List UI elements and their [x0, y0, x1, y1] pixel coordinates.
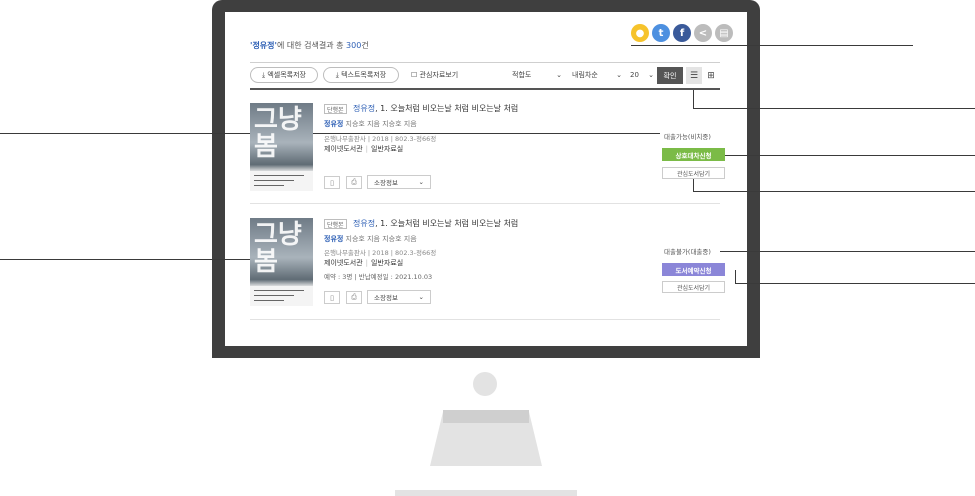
author-rest: 지승호 지음 지승호 지음 — [343, 235, 417, 243]
author-highlight: 정유정 — [324, 235, 344, 243]
type-tag: 단행본 — [324, 104, 347, 114]
sort-select[interactable]: 적합도 ⌄ — [512, 67, 562, 83]
callout-line-share — [631, 45, 913, 46]
library-name: 제이넷도서관 — [324, 259, 363, 267]
order-select-value: 내림차순 — [572, 71, 598, 79]
loan-status: 대출불가(대출중) — [664, 248, 711, 256]
print-small-icon[interactable]: ⎙ — [346, 176, 362, 189]
add-favorite-button[interactable]: 관심도서담기 — [662, 281, 725, 293]
kakaostory-icon[interactable]: ● — [631, 24, 649, 42]
callout-line-cover-2 — [0, 259, 250, 260]
book-cover[interactable]: 그냥 봄 — [250, 218, 313, 306]
toolbar-rule-bottom — [250, 88, 720, 90]
reservation-info: 예약 : 3명 | 반납예정일 : 2021.10.03 — [324, 273, 433, 281]
result-divider — [250, 203, 720, 204]
cover-band — [250, 171, 313, 191]
monitor-stand-top — [443, 410, 529, 423]
callout-line-fav — [693, 178, 694, 192]
holdings-button[interactable]: 소장정보 ⌄ — [367, 175, 431, 189]
callout-line-view — [693, 90, 694, 109]
holdings-label: 소장정보 — [374, 294, 398, 302]
monitor-camera — [473, 372, 497, 396]
search-summary: '정유정'에 대한 검색결과 총 300건 — [250, 40, 369, 51]
bookmark-icon[interactable]: ▯ — [324, 291, 340, 304]
excel-save-button[interactable]: ⤓ 엑셀목록저장 — [250, 67, 318, 83]
grid-view-icon[interactable]: ⊞ — [703, 67, 719, 84]
share-icon[interactable]: < — [694, 24, 712, 42]
author-highlight: 정유정 — [324, 120, 344, 128]
chevron-down-icon: ⌄ — [648, 71, 654, 79]
result-title[interactable]: 정유정, 1. 오늘처럼 비오는날 처럼 비오는날 처럼 — [353, 103, 518, 114]
chevron-down-icon: ⌄ — [556, 71, 562, 79]
loan-status: 대출가능(비치중) — [664, 133, 711, 141]
title-rest: , 1. 오늘처럼 비오는날 처럼 비오는날 처럼 — [375, 219, 519, 228]
cover-band — [250, 286, 313, 306]
callout-line-purple-v — [735, 270, 736, 284]
result-publisher: 은행나무출판사 | 2018 | 802.3-정66정 — [324, 135, 437, 143]
confirm-button[interactable]: 확인 — [657, 67, 683, 84]
cover-band-line — [254, 185, 284, 186]
chevron-down-icon: ⌄ — [418, 178, 424, 186]
search-query: '정유정' — [250, 41, 277, 50]
toolbar-rule-top — [250, 62, 720, 63]
cover-band-line — [254, 295, 294, 296]
title-rest: , 1. 오늘처럼 비오는날 처럼 비오는날 처럼 — [375, 104, 519, 113]
holdings-button[interactable]: 소장정보 ⌄ — [367, 290, 431, 304]
add-favorite-button[interactable]: 관심도서담기 — [662, 167, 725, 179]
location-separator: | — [365, 259, 368, 267]
monitor-base — [395, 490, 577, 496]
callout-line-fav-h — [693, 191, 975, 192]
cover-band-line — [254, 300, 284, 301]
result-publisher: 은행나무출판사 | 2018 | 802.3-정66정 — [324, 249, 437, 257]
search-summary-text: 에 대한 검색결과 총 — [276, 41, 347, 50]
author-rest: 지승호 지음 지승호 지음 — [343, 120, 417, 128]
twitter-icon[interactable]: t — [652, 24, 670, 42]
bookmark-icon[interactable]: ▯ — [324, 176, 340, 189]
result-location: 제이넷도서관 | 일반자료실 — [324, 144, 403, 154]
callout-line-green — [724, 155, 975, 156]
list-view-icon[interactable]: ☰ — [686, 67, 702, 84]
order-select[interactable]: 내림차순 ⌄ — [572, 67, 622, 83]
title-highlight: 정유정 — [353, 104, 376, 113]
title-highlight: 정유정 — [353, 219, 376, 228]
type-tag: 단행본 — [324, 219, 347, 229]
sort-select-value: 적합도 — [512, 71, 532, 79]
result-title[interactable]: 정유정, 1. 오늘처럼 비오는날 처럼 비오는날 처럼 — [353, 218, 518, 229]
room-name: 일반자료실 — [371, 259, 404, 267]
interlibrary-loan-button[interactable]: 상호대차신청 — [662, 148, 725, 161]
page-size-select[interactable]: 20 ⌄ — [630, 67, 654, 83]
callout-line-status-2 — [720, 251, 975, 252]
chevron-down-icon: ⌄ — [418, 293, 424, 301]
text-save-button[interactable]: ⤓ 텍스트목록저장 — [323, 67, 399, 83]
search-summary-suffix: 건 — [361, 41, 369, 50]
print-small-icon[interactable]: ⎙ — [346, 291, 362, 304]
result-author: 정유정 지승호 지음 지승호 지음 — [324, 234, 417, 244]
reservation-request-button[interactable]: 도서예약신청 — [662, 263, 725, 276]
cover-band-line — [254, 175, 304, 176]
print-icon[interactable]: ▤ — [715, 24, 733, 42]
book-cover[interactable]: 그냥 봄 — [250, 103, 313, 191]
callout-line-purple-h — [735, 283, 975, 284]
result-author: 정유정 지승호 지음 지승호 지음 — [324, 119, 417, 129]
result-location: 제이넷도서관 | 일반자료실 — [324, 258, 403, 268]
result-count: 300 — [346, 41, 362, 50]
facebook-icon[interactable]: f — [673, 24, 691, 42]
cover-title: 그냥 봄 — [254, 105, 302, 162]
holdings-label: 소장정보 — [374, 179, 398, 187]
location-separator: | — [365, 145, 368, 153]
chevron-down-icon: ⌄ — [616, 71, 622, 79]
page-size-value: 20 — [630, 71, 639, 79]
room-name: 일반자료실 — [371, 145, 404, 153]
cover-title: 그냥 봄 — [254, 220, 302, 277]
interest-view-button[interactable]: ☐ 관심자료보기 — [411, 67, 481, 83]
cover-band-line — [254, 180, 294, 181]
cover-band-line — [254, 290, 304, 291]
result-divider — [250, 319, 720, 320]
callout-line-view-h — [693, 108, 975, 109]
library-name: 제이넷도서관 — [324, 145, 363, 153]
